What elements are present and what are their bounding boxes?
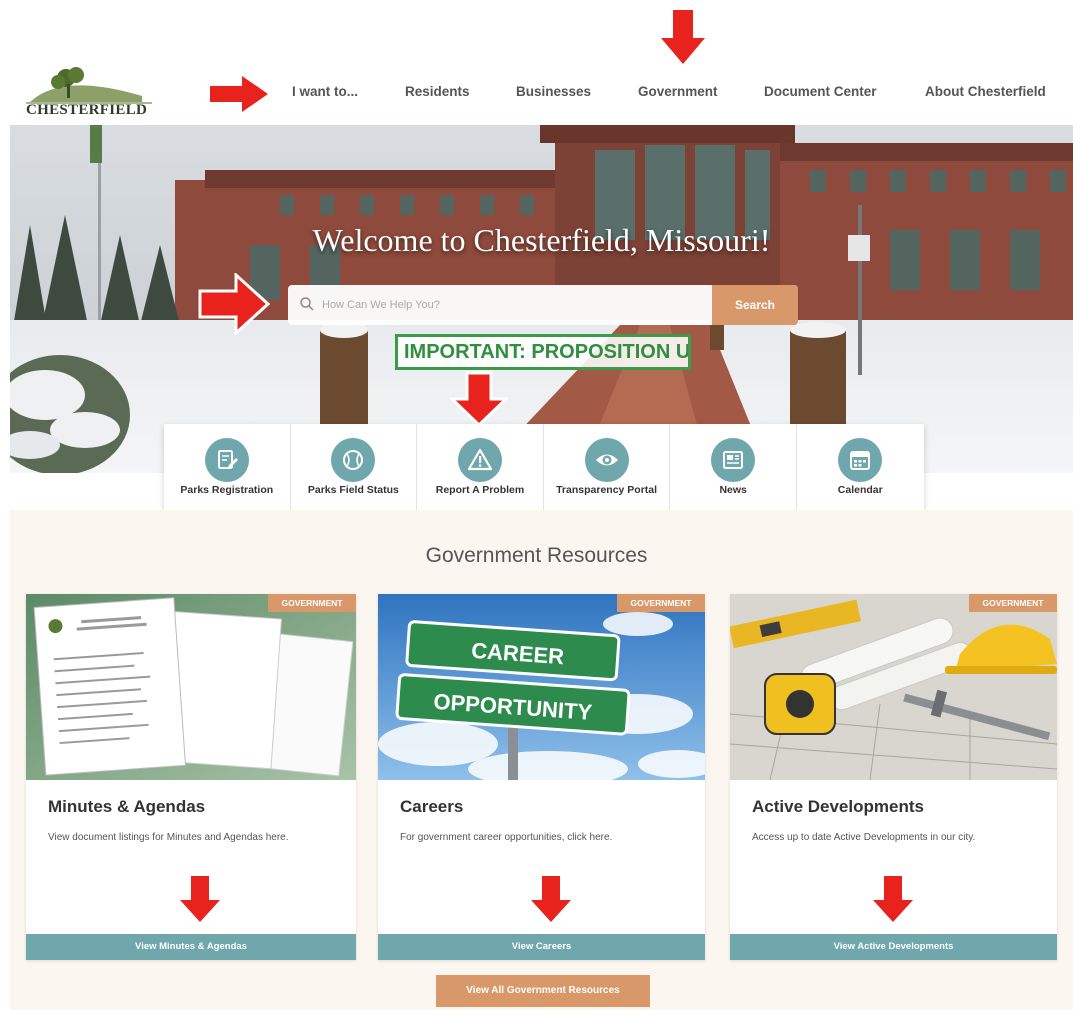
- blueprints-photo: [730, 594, 1057, 780]
- quick-link-report-a-problem[interactable]: Report A Problem: [417, 424, 544, 510]
- card-title: Minutes & Agendas: [48, 797, 206, 816]
- annotation-arrow-right-icon: [198, 273, 270, 335]
- card-active-developments: GOVERNMENT Active Developments Access up…: [730, 594, 1057, 960]
- card-minutes-agendas: GOVERNMENT Minutes & Agendas View docume…: [26, 594, 356, 960]
- tree-logo-icon: [26, 67, 152, 104]
- card-description: For government career opportunities, cli…: [400, 832, 613, 843]
- site-header: CHESTERFIELD I want to... Residents Busi…: [0, 0, 1073, 125]
- view-all-government-resources-button[interactable]: View All Government Resources: [436, 975, 650, 1007]
- annotation-arrow-down-icon: [873, 876, 913, 922]
- quick-link-label: Calendar: [837, 484, 883, 496]
- career-sign-photo: CAREER OPPORTUNITY: [378, 594, 705, 780]
- nav-i-want-to[interactable]: I want to...: [292, 84, 358, 99]
- nav-about-chesterfield[interactable]: About Chesterfield: [925, 84, 1046, 99]
- search-icon: [300, 297, 314, 311]
- hero-title: Welcome to Chesterfield, Missouri!: [312, 222, 771, 258]
- annotation-arrow-down-icon: [180, 876, 220, 922]
- search-button[interactable]: Search: [712, 285, 798, 325]
- chesterfield-logo[interactable]: CHESTERFIELD: [22, 66, 157, 122]
- card-tag: GOVERNMENT: [268, 594, 356, 612]
- nav-businesses[interactable]: Businesses: [516, 84, 591, 99]
- view-careers-button[interactable]: View Careers: [378, 934, 705, 960]
- quick-link-label: Parks Registration: [180, 484, 274, 496]
- annotation-arrow-right-icon: [210, 76, 268, 112]
- documents-photo: [26, 594, 356, 780]
- quick-link-label: News: [719, 484, 747, 496]
- quick-link-transparency-portal[interactable]: Transparency Portal: [544, 424, 671, 510]
- nav-government[interactable]: Government: [638, 84, 718, 99]
- baseball-icon: [343, 450, 364, 470]
- nav-document-center[interactable]: Document Center: [764, 84, 877, 99]
- card-tag: GOVERNMENT: [617, 594, 705, 612]
- annotation-arrow-down-icon: [531, 876, 571, 922]
- card-description: View document listings for Minutes and A…: [48, 832, 289, 843]
- quick-link-label: Parks Field Status: [307, 484, 399, 496]
- quick-link-label: Transparency Portal: [556, 484, 658, 496]
- quick-links-bar: Parks Registration Parks Field Status Re…: [164, 424, 924, 510]
- quick-link-news[interactable]: News: [670, 424, 797, 510]
- registration-icon: [217, 450, 238, 469]
- section-title: Government Resources: [425, 544, 648, 567]
- annotation-arrow-down-icon: [450, 371, 508, 427]
- newspaper-icon: [723, 451, 744, 469]
- quick-link-label: Report A Problem: [435, 484, 525, 496]
- card-title: Active Developments: [752, 797, 924, 816]
- card-image: CAREER OPPORTUNITY GOVERNMENT: [378, 594, 705, 780]
- eye-icon: [595, 454, 618, 466]
- card-image: GOVERNMENT: [26, 594, 356, 780]
- important-alert-link[interactable]: IMPORTANT: PROPOSITION U: [395, 334, 691, 370]
- card-description: Access up to date Active Developments in…: [752, 832, 976, 843]
- warning-icon: [467, 448, 492, 471]
- card-title: Careers: [400, 797, 464, 816]
- hero-banner: Welcome to Chesterfield, Missouri! Searc…: [10, 125, 1073, 473]
- annotation-arrow-down-icon: [661, 10, 705, 64]
- quick-link-parks-registration[interactable]: Parks Registration: [164, 424, 291, 510]
- quick-link-calendar[interactable]: Calendar: [797, 424, 924, 510]
- card-tag: GOVERNMENT: [969, 594, 1057, 612]
- search-input[interactable]: [322, 285, 702, 325]
- card-image: GOVERNMENT: [730, 594, 1057, 780]
- logo-text: CHESTERFIELD: [26, 102, 148, 118]
- view-active-developments-button[interactable]: View Active Developments: [730, 934, 1057, 960]
- card-careers: CAREER OPPORTUNITY GOVERNMENT Careers Fo…: [378, 594, 705, 960]
- quick-link-parks-field-status[interactable]: Parks Field Status: [291, 424, 418, 510]
- search-bar: Search: [288, 285, 798, 325]
- view-minutes-agendas-button[interactable]: View Minutes & Agendas: [26, 934, 356, 960]
- calendar-icon: [850, 451, 871, 470]
- nav-residents[interactable]: Residents: [405, 84, 470, 99]
